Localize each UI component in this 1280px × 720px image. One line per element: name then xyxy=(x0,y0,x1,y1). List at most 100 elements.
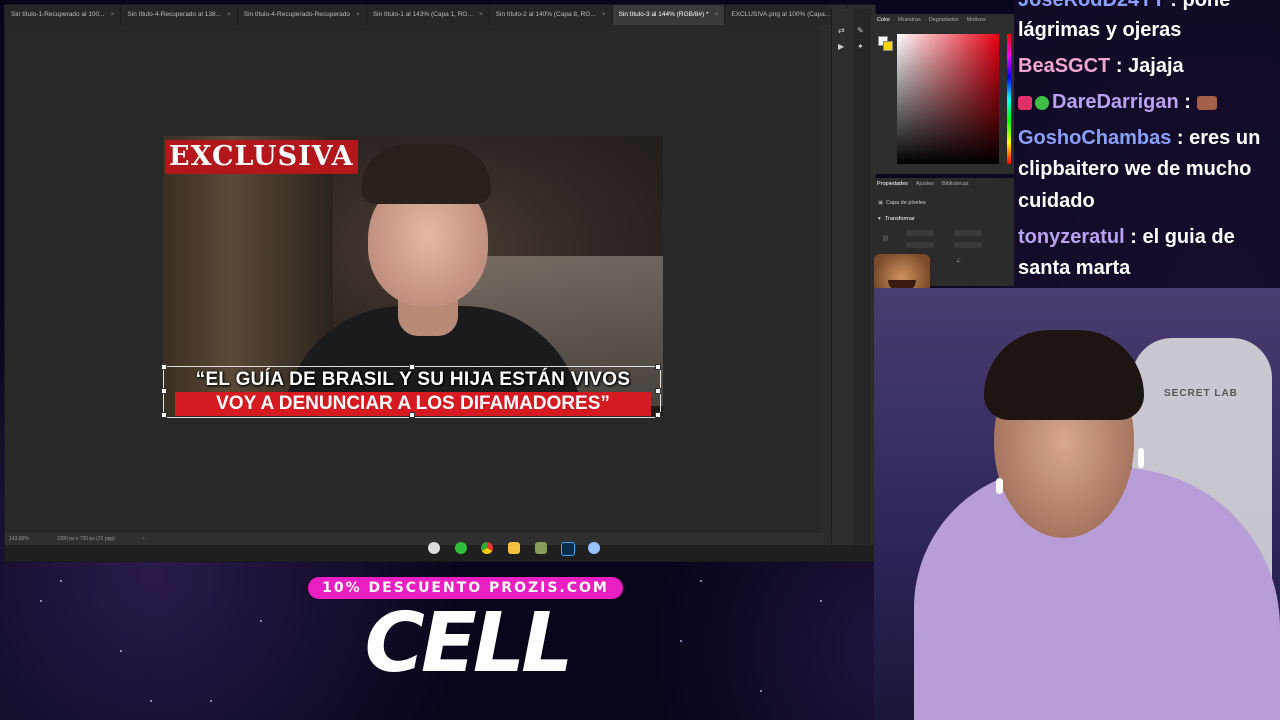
exclusive-badge: EXCLUSIVA xyxy=(165,140,358,174)
history-icon[interactable]: ⇄ xyxy=(838,27,848,35)
tab-swatches[interactable]: Muestras xyxy=(898,17,921,27)
transform-handle[interactable] xyxy=(655,412,661,418)
panel-dock-strip: ⇄ ▶ xyxy=(831,9,854,545)
earbud-left xyxy=(996,478,1003,494)
color-picker-field[interactable] xyxy=(897,34,999,164)
chat-text: : el guia de xyxy=(1130,226,1235,248)
background-swatch[interactable] xyxy=(883,41,893,51)
tab-libraries[interactable]: Bibliotecas xyxy=(942,181,969,191)
transform-handle[interactable] xyxy=(655,364,661,370)
whatsapp-icon[interactable] xyxy=(455,542,467,554)
doc-tab[interactable]: EXCLUSIVA.png al 100% (Capa...× xyxy=(725,5,848,25)
close-icon[interactable]: × xyxy=(602,5,606,25)
face-emote-icon xyxy=(1196,95,1217,110)
zoom-readout[interactable]: 143,89% xyxy=(9,533,29,545)
doc-tab[interactable]: Sin título-2 al 140% (Capa 8, RG... × xyxy=(490,5,613,25)
close-icon[interactable]: × xyxy=(227,5,231,25)
transform-handle[interactable] xyxy=(161,364,167,370)
y-field[interactable] xyxy=(954,242,982,248)
tab-color[interactable]: Color xyxy=(877,17,890,27)
height-field[interactable] xyxy=(906,242,934,248)
brush-icon[interactable]: ✎ xyxy=(857,27,867,35)
chevron-down-icon[interactable]: ▾ xyxy=(878,216,881,222)
earbud-right xyxy=(1138,448,1144,468)
chat-message: BeaSGCT : Jajaja xyxy=(1018,50,1184,82)
properties-tabs: Propiedades Ajustes Bibliotecas xyxy=(872,178,1014,194)
photoshop-icon[interactable] xyxy=(561,542,575,556)
transform-handle[interactable] xyxy=(409,364,415,370)
tab-label: Sin título-4-Recuperado-Recuperado xyxy=(243,11,351,18)
chrome-icon[interactable] xyxy=(481,542,493,554)
pixel-layer-icon: ▣ xyxy=(878,200,884,206)
transform-selection[interactable] xyxy=(163,366,661,418)
width-field[interactable] xyxy=(906,230,934,236)
tab-label: EXCLUSIVA.png al 100% (Capa... xyxy=(731,11,831,18)
doc-size-readout[interactable]: 1280 px x 720 px (72 ppp) xyxy=(57,533,115,545)
folder-icon[interactable] xyxy=(508,542,520,554)
chat-message: GoshoChambas : eres un xyxy=(1018,122,1260,154)
link-icon[interactable]: ⛓ xyxy=(882,236,889,242)
doc-tab[interactable]: Sin título-4-Recuperado al 138... × xyxy=(121,5,238,25)
color-panel-tabs: Color Muestras Degradados Motivos xyxy=(872,14,1014,30)
chat-text: clipbaitero we de mucho xyxy=(1018,158,1252,180)
close-icon[interactable]: × xyxy=(479,5,483,25)
transform-section-label: Transformar xyxy=(885,216,915,222)
chat-username[interactable]: DareDarrigan xyxy=(1052,91,1179,113)
doc-tab[interactable]: Sin título-4-Recuperado-Recuperado × xyxy=(238,5,367,25)
adjust-icon[interactable]: ✦ xyxy=(857,43,867,51)
chat-message-continued: lágrimas y ojeras xyxy=(1018,14,1181,46)
x-field[interactable] xyxy=(954,230,982,236)
hue-slider[interactable] xyxy=(1007,34,1011,164)
color-panel: Color Muestras Degradados Motivos xyxy=(872,14,1014,174)
document-tabs: Sin título-1-Recuperado al 100... × Sin t… xyxy=(5,5,848,25)
chat-username[interactable]: BeaSGCT xyxy=(1018,55,1110,77)
chat-overlay: JoseRodD24YT : pone lágrimas y ojeras Be… xyxy=(1014,0,1280,288)
transform-handle[interactable] xyxy=(161,388,167,394)
play-icon[interactable]: ▶ xyxy=(838,43,848,51)
tab-label: Sin título-1-Recuperado al 100... xyxy=(11,11,105,18)
tab-adjustments[interactable]: Ajustes xyxy=(916,181,934,191)
panel-dock-strip-2: ✎ ✦ xyxy=(853,9,871,545)
chat-username[interactable]: JoseRodD24YT xyxy=(1018,0,1165,11)
transform-handle[interactable] xyxy=(409,412,415,418)
chat-message-continued: santa marta xyxy=(1018,252,1130,284)
tab-properties[interactable]: Propiedades xyxy=(877,181,908,191)
sub-badge-icon xyxy=(1018,95,1032,110)
doc-tab-active[interactable]: Sin título-3 al 144% (RGB/8#) * × xyxy=(612,5,726,25)
streamer-hair xyxy=(984,330,1144,420)
promo-code: CELL xyxy=(364,596,574,691)
tab-label: Sin título-4-Recuperado al 138... xyxy=(127,11,221,18)
tab-patterns[interactable]: Motivos xyxy=(967,17,986,27)
doc-tab[interactable]: Sin título-1 al 143% (Capa 1, RG... × xyxy=(367,5,490,25)
chat-message: DareDarrigan : xyxy=(1018,86,1220,118)
chat-username[interactable]: GoshoChambas xyxy=(1018,127,1171,149)
transform-handle[interactable] xyxy=(161,412,167,418)
chat-message: tonyzeratul : el guia de xyxy=(1018,221,1235,253)
close-icon[interactable]: × xyxy=(356,5,360,25)
close-icon[interactable]: × xyxy=(715,5,719,25)
gift-badge-icon xyxy=(1035,95,1049,110)
tab-label: Sin título-3 al 144% (RGB/8#) * xyxy=(618,11,709,18)
tab-gradients[interactable]: Degradados xyxy=(929,17,959,27)
transform-handle[interactable] xyxy=(655,388,661,394)
chat-text: : Jajaja xyxy=(1115,55,1184,77)
app-icon[interactable] xyxy=(588,542,600,554)
chat-text: : xyxy=(1184,91,1191,113)
chat-text: lágrimas y ojeras xyxy=(1018,19,1182,41)
angle-icon[interactable]: ∠ xyxy=(956,258,961,264)
chat-message-continued: cuidado xyxy=(1018,185,1095,217)
webcam-feed: SECRET LAB xyxy=(874,288,1280,720)
chat-message-continued: clipbaitero we de mucho xyxy=(1018,153,1251,185)
taskbar xyxy=(5,545,875,561)
chat-text: : eres un xyxy=(1176,127,1261,149)
status-bar: 143,89% 1280 px x 720 px (72 ppp) › xyxy=(5,533,825,545)
person-hair xyxy=(361,144,491,204)
clock-icon[interactable] xyxy=(428,542,440,554)
chair-logo: SECRET LAB xyxy=(1164,388,1238,399)
chat-text: santa marta xyxy=(1018,257,1131,279)
chat-username[interactable]: tonyzeratul xyxy=(1018,226,1125,248)
minecraft-icon[interactable] xyxy=(535,542,547,554)
chevron-right-icon[interactable]: › xyxy=(143,533,145,545)
close-icon[interactable]: × xyxy=(111,5,115,25)
doc-tab[interactable]: Sin título-1-Recuperado al 100... × xyxy=(5,5,122,25)
